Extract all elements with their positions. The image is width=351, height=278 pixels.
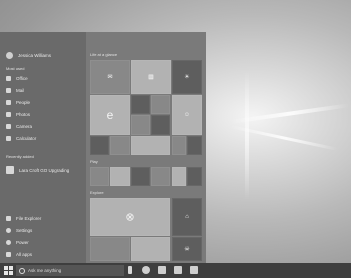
windows-logo-pane bbox=[4, 266, 8, 270]
small-tile[interactable] bbox=[151, 167, 170, 186]
weather-tile[interactable]: ☀ bbox=[172, 60, 202, 94]
edge-icon: e bbox=[106, 108, 114, 122]
small-tile[interactable] bbox=[131, 115, 150, 135]
most-used-item-label: Calculator bbox=[16, 135, 37, 141]
photos-tile[interactable]: ☺ bbox=[172, 95, 202, 135]
search-placeholder: Ask me anything bbox=[28, 268, 62, 273]
list-icon bbox=[6, 251, 11, 257]
life-group-label: Life at a glance bbox=[90, 52, 118, 57]
camera-icon bbox=[6, 123, 11, 129]
mail-tile[interactable]: ✉ bbox=[90, 60, 130, 94]
bottom-item-label: All apps bbox=[16, 251, 33, 257]
user-name: Jessica Williams bbox=[18, 52, 52, 58]
most-used-item-label: Photos bbox=[16, 111, 31, 117]
windows-logo-pane bbox=[9, 266, 13, 270]
news-tile[interactable] bbox=[131, 136, 170, 155]
game-icon bbox=[6, 166, 14, 174]
small-tile[interactable] bbox=[151, 95, 170, 114]
people-photo-icon: ☺ bbox=[183, 112, 191, 118]
windows-logo-pane bbox=[9, 271, 13, 275]
most-used-item-office[interactable]: Office bbox=[6, 74, 28, 82]
small-tile[interactable] bbox=[172, 136, 186, 155]
small-tile[interactable] bbox=[131, 167, 150, 186]
skull-icon: ☠ bbox=[184, 246, 190, 253]
most-used-item-camera[interactable]: Camera bbox=[6, 122, 32, 130]
game-tile[interactable] bbox=[90, 237, 130, 261]
small-tile[interactable] bbox=[110, 167, 130, 186]
most-used-item-label: Mail bbox=[16, 87, 25, 93]
edge-tile[interactable]: e bbox=[90, 95, 130, 135]
most-used-label: Most used bbox=[6, 66, 25, 71]
most-used-item-label: People bbox=[16, 99, 31, 105]
search-box[interactable]: Ask me anything bbox=[16, 265, 124, 276]
windows-logo-pane bbox=[4, 271, 8, 275]
office-icon bbox=[6, 75, 11, 81]
small-tile[interactable] bbox=[151, 115, 170, 135]
recently-added-item-label: Lara Croft GO Upgrading bbox=[19, 167, 70, 173]
small-tile[interactable] bbox=[90, 167, 109, 186]
small-tile[interactable] bbox=[110, 136, 130, 155]
mail-icon bbox=[6, 87, 11, 93]
search-icon bbox=[19, 267, 25, 274]
small-tile[interactable] bbox=[187, 167, 202, 186]
small-tile[interactable] bbox=[90, 136, 109, 155]
photos-icon bbox=[6, 111, 11, 117]
weather-icon: ☀ bbox=[184, 74, 190, 81]
settings-item[interactable]: Settings bbox=[6, 226, 32, 234]
microphone-icon[interactable] bbox=[128, 266, 132, 274]
avatar bbox=[6, 51, 13, 59]
recently-added-item[interactable]: Lara Croft GO Upgrading bbox=[6, 166, 69, 174]
power-icon bbox=[6, 239, 11, 245]
taskbar: Ask me anything bbox=[0, 263, 351, 278]
bottom-item-label: Power bbox=[16, 239, 29, 245]
power-item[interactable]: Power bbox=[6, 238, 29, 246]
start-button[interactable] bbox=[4, 266, 13, 275]
calculator-icon bbox=[6, 135, 11, 141]
most-used-item-people[interactable]: People bbox=[6, 98, 30, 106]
most-used-item-label: Office bbox=[16, 75, 28, 81]
file-explorer-item[interactable]: File Explorer bbox=[6, 214, 41, 222]
most-used-item-mail[interactable]: Mail bbox=[6, 86, 24, 94]
user-account[interactable]: Jessica Williams bbox=[6, 51, 51, 59]
explorer-icon[interactable] bbox=[174, 266, 182, 274]
recently-added-label: Recently added bbox=[6, 154, 34, 159]
start-menu-left-column: Jessica Williams Most used Office Mail P… bbox=[0, 32, 86, 263]
explore-group-label: Explore bbox=[90, 190, 104, 195]
calendar-tile[interactable]: ▦ bbox=[131, 60, 171, 94]
bottom-item-label: File Explorer bbox=[16, 215, 42, 221]
small-tile[interactable] bbox=[172, 167, 186, 186]
gear-icon bbox=[6, 227, 11, 233]
xbox-icon: ⊗ bbox=[125, 211, 135, 224]
most-used-item-calculator[interactable]: Calculator bbox=[6, 134, 36, 142]
small-tile[interactable] bbox=[131, 95, 150, 114]
edge-icon[interactable] bbox=[158, 266, 166, 274]
bottom-item-label: Settings bbox=[16, 227, 33, 233]
mail-icon: ✉ bbox=[107, 74, 113, 81]
game-tile[interactable] bbox=[131, 237, 170, 261]
store-tile[interactable]: ⌂ bbox=[172, 198, 202, 236]
most-used-item-photos[interactable]: Photos bbox=[6, 110, 30, 118]
store-icon[interactable] bbox=[190, 266, 198, 274]
people-icon bbox=[6, 99, 11, 105]
game-tile[interactable]: ☠ bbox=[172, 237, 202, 261]
xbox-tile[interactable]: ⊗ bbox=[90, 198, 170, 236]
light-beam bbox=[245, 70, 249, 200]
small-tile[interactable] bbox=[187, 136, 202, 155]
all-apps-item[interactable]: All apps bbox=[6, 250, 32, 258]
calendar-icon: ▦ bbox=[148, 74, 154, 81]
start-menu: Jessica Williams Most used Office Mail P… bbox=[0, 32, 206, 263]
most-used-item-label: Camera bbox=[16, 123, 33, 129]
play-group-label: Play bbox=[90, 159, 98, 164]
task-view-icon[interactable] bbox=[142, 266, 150, 274]
tile-area: Life at a glance ✉ ▦ ☀ e ☺ Play Explore … bbox=[86, 32, 206, 263]
folder-icon bbox=[6, 215, 11, 221]
store-icon: ⌂ bbox=[185, 214, 189, 220]
